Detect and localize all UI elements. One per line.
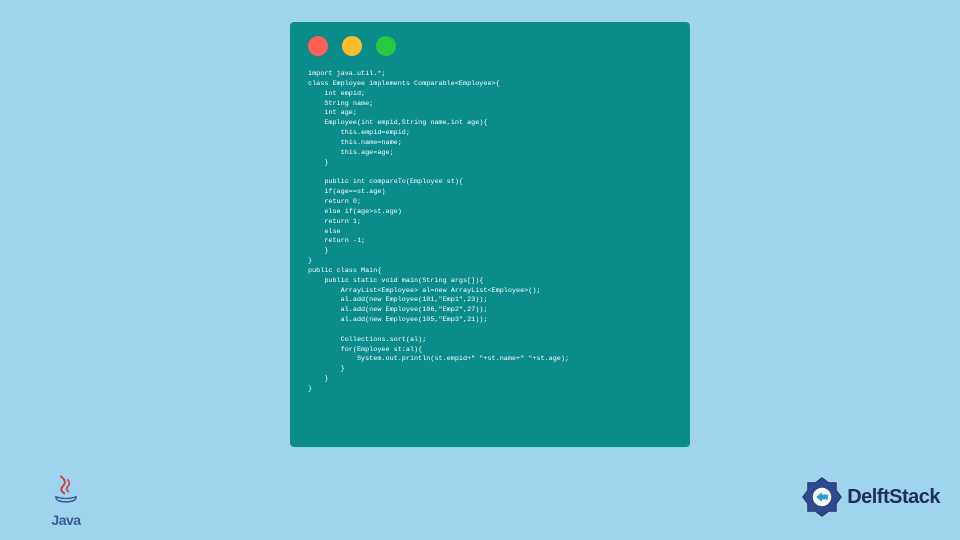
window-controls (308, 36, 672, 56)
minimize-icon[interactable] (342, 36, 362, 56)
close-icon[interactable] (308, 36, 328, 56)
code-block: import java.util.*; class Employee imple… (308, 70, 672, 395)
maximize-icon[interactable] (376, 36, 396, 56)
delftstack-badge-icon (801, 476, 843, 518)
delftstack-logo-text: DelftStack (847, 486, 940, 509)
delftstack-logo: DelftStack (801, 476, 940, 518)
java-cup-icon (49, 473, 83, 507)
java-logo-text: Java (42, 512, 90, 528)
java-logo: Java (42, 473, 90, 528)
code-window: import java.util.*; class Employee imple… (290, 22, 690, 447)
